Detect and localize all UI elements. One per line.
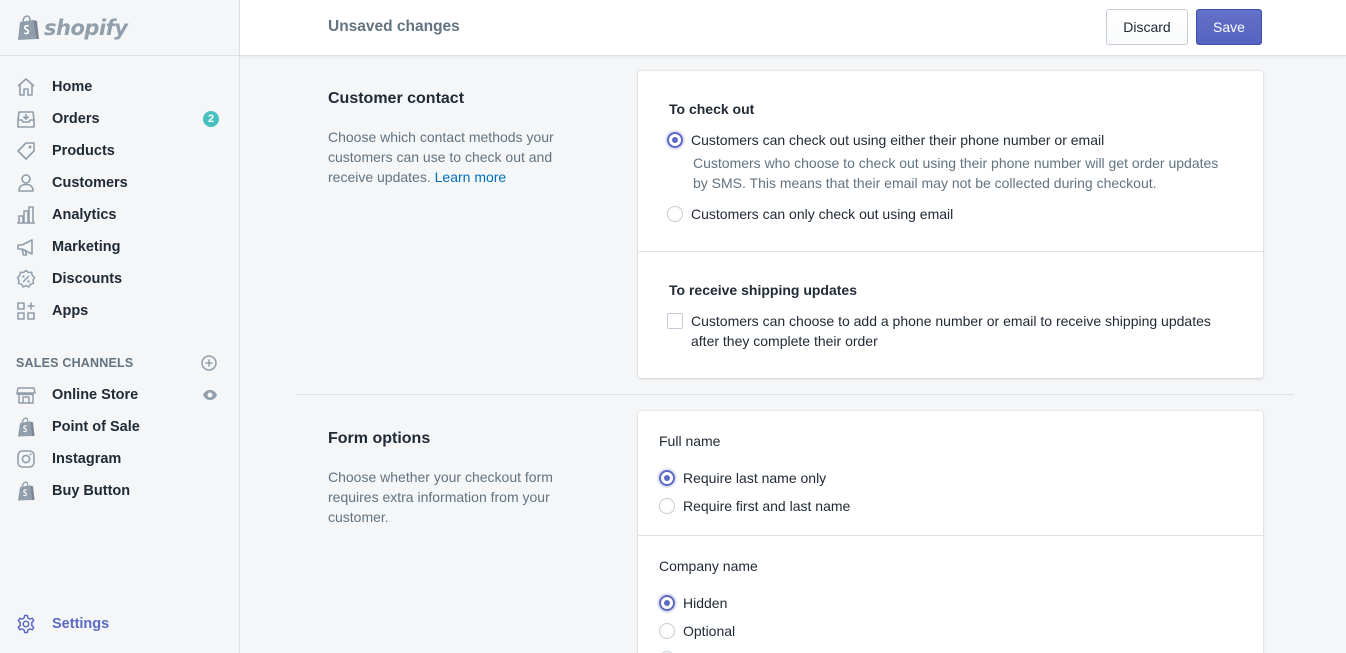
company-hidden-radio[interactable]: Hidden [659, 594, 727, 613]
customer-contact-title: Customer contact [328, 90, 465, 107]
option-label: Customers can check out using either the… [691, 132, 1105, 148]
sidebar-item-instagram[interactable]: Instagram [0, 443, 240, 475]
sidebar-item-label: Settings [52, 616, 110, 632]
gear-icon [16, 614, 36, 634]
shopify-bag-icon [16, 481, 36, 501]
radio-selected[interactable] [667, 132, 683, 148]
form-options-description: Choose whether your checkout form requir… [328, 469, 553, 525]
section-divider [296, 394, 1294, 395]
shopify-bag-icon [18, 14, 39, 40]
company-optional-radio[interactable]: Optional [659, 622, 735, 641]
sidebar-item-label: Customers [52, 175, 128, 191]
form-options-title: Form options [328, 430, 431, 447]
brand-name: shopify [44, 15, 128, 40]
customer-contact-card: To check out Customers can check out usi… [638, 71, 1263, 378]
checkout-phone-or-email-radio[interactable]: Customers can check out using either the… [667, 131, 1104, 150]
sidebar-item-analytics[interactable]: Analytics [0, 199, 240, 231]
card-divider [638, 535, 1263, 536]
sidebar-item-marketing[interactable]: Marketing [0, 231, 240, 263]
sidebar-item-label: Analytics [52, 207, 117, 223]
option-label: Require first and last name [683, 498, 851, 514]
sales-channels-nav: Online Store Point of Sale Instagram Buy… [0, 379, 240, 507]
sidebar-item-label: Orders [52, 111, 100, 127]
require-first-last-name-radio[interactable]: Require first and last name [659, 497, 850, 516]
sidebar-item-label: Marketing [52, 239, 121, 255]
contextual-save-bar: Unsaved changes Discard Save [240, 0, 1346, 56]
sidebar-item-home[interactable]: Home [0, 71, 240, 103]
full-name-heading: Full name [659, 433, 721, 449]
sidebar-item-apps[interactable]: Apps [0, 295, 240, 327]
person-icon [16, 173, 36, 193]
option-label: Require last name only [683, 470, 827, 486]
apps-icon [16, 301, 36, 321]
sidebar-item-label: Point of Sale [52, 419, 140, 435]
shopify-bag-icon [16, 417, 36, 437]
checkout-heading: To check out [669, 101, 755, 117]
company-name-heading: Company name [659, 558, 758, 574]
eye-icon[interactable] [202, 387, 218, 403]
option-label: Optional [683, 623, 736, 639]
sidebar-item-label: Apps [52, 303, 89, 319]
checkbox-unchecked[interactable] [667, 313, 683, 329]
form-options-card: Full name Require last name only Require… [638, 411, 1263, 653]
megaphone-icon [16, 237, 36, 257]
checkout-email-only-radio[interactable]: Customers can only check out using email [667, 205, 953, 224]
tag-icon [16, 141, 36, 161]
option-label: Hidden [683, 595, 728, 611]
store-icon [16, 385, 36, 405]
sales-channels-title: SALES CHANNELS [16, 356, 134, 370]
sidebar-item-products[interactable]: Products [0, 135, 240, 167]
sidebar-item-orders[interactable]: Orders 2 [0, 103, 240, 135]
card-divider [638, 251, 1263, 252]
radio-unselected[interactable] [659, 498, 675, 514]
sidebar-item-discounts[interactable]: Discounts [0, 263, 240, 295]
bar-chart-icon [16, 205, 36, 225]
customer-contact-description: Choose which contact methods your custom… [328, 127, 578, 187]
radio-unselected[interactable] [667, 206, 683, 222]
shipping-updates-checkbox[interactable]: Customers can choose to add a phone numb… [667, 312, 1227, 351]
home-icon [16, 77, 36, 97]
learn-more-link[interactable]: Learn more [435, 169, 507, 185]
radio-unselected[interactable] [659, 623, 675, 639]
sidebar-item-label: Buy Button [52, 483, 131, 499]
require-last-name-radio[interactable]: Require last name only [659, 469, 826, 488]
phone-checkout-help-text: Customers who choose to check out using … [693, 155, 1219, 191]
unsaved-changes-title: Unsaved changes [328, 18, 460, 35]
option-label: Customers can only check out using email [691, 206, 954, 222]
sales-channels-header: SALES CHANNELS [16, 352, 217, 374]
add-circle-icon[interactable] [201, 355, 217, 371]
discard-button[interactable]: Discard [1106, 9, 1188, 45]
orders-count-badge: 2 [203, 111, 219, 127]
sidebar-item-label: Products [52, 143, 115, 159]
sidebar-item-buy-button[interactable]: Buy Button [0, 475, 240, 507]
radio-selected[interactable] [659, 470, 675, 486]
sidebar-item-online-store[interactable]: Online Store [0, 379, 240, 411]
sidebar-item-label: Discounts [52, 271, 123, 287]
save-button[interactable]: Save [1196, 9, 1262, 45]
sidebar-item-label: Home [52, 79, 93, 95]
sidebar-item-settings[interactable]: Settings [0, 608, 240, 640]
radio-selected[interactable] [659, 595, 675, 611]
sidebar-item-label: Instagram [52, 451, 122, 467]
discount-icon [16, 269, 36, 289]
instagram-icon [16, 449, 36, 469]
shipping-updates-heading: To receive shipping updates [669, 282, 858, 298]
sidebar: shopify Home Orders 2 Products Customers… [0, 0, 240, 653]
sidebar-item-label: Online Store [52, 387, 139, 403]
orders-icon [16, 109, 36, 129]
main-nav: Home Orders 2 Products Customers Analyti… [0, 71, 240, 327]
option-label: Customers can choose to add a phone numb… [691, 313, 1211, 349]
sidebar-item-point-of-sale[interactable]: Point of Sale [0, 411, 240, 443]
shopify-logo[interactable]: shopify [0, 0, 239, 56]
sidebar-item-customers[interactable]: Customers [0, 167, 240, 199]
